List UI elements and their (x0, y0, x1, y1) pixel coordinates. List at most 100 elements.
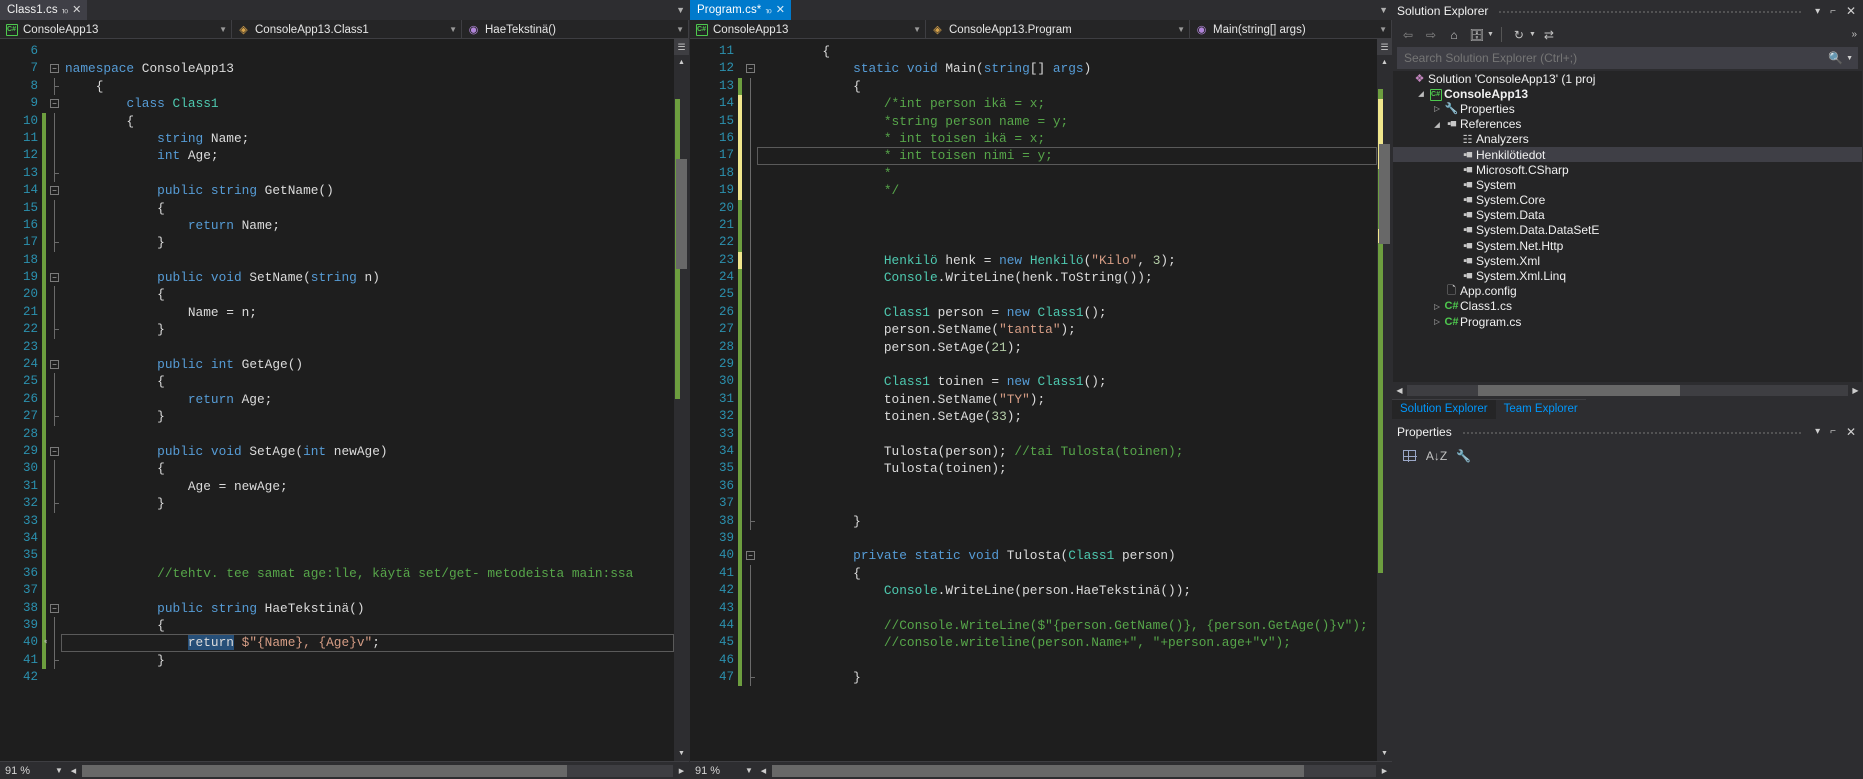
fold-slot[interactable]: − (743, 60, 757, 77)
search-solution-explorer[interactable]: 🔍 ▼ (1397, 47, 1858, 69)
code-line[interactable]: *string person name = y; (757, 113, 1377, 130)
pending-changes-icon[interactable]: 🗄 (1467, 25, 1487, 44)
navbar-member-dropdown-left[interactable]: ◉ HaeTekstinä() ▼ (462, 20, 689, 39)
code-line[interactable] (757, 286, 1377, 303)
code-line[interactable]: */ (757, 182, 1377, 199)
tree-item-properties[interactable]: ▷ 🔧 Properties (1393, 101, 1862, 116)
fold-collapse-icon[interactable]: − (50, 360, 59, 370)
home-icon[interactable]: ⌂ (1444, 25, 1464, 44)
fold-collapse-icon[interactable]: − (50, 99, 59, 109)
code-line[interactable] (757, 495, 1377, 512)
fold-margin-left[interactable]: − − − − − − − (47, 39, 61, 761)
scroll-up-arrow-right[interactable]: ▲ (1377, 55, 1392, 70)
solution-tree-hscrollbar[interactable]: ◀ ▶ (1392, 381, 1863, 399)
horizontal-scrollbar-right[interactable]: 91 % ▼ ◀ ▶ (690, 761, 1392, 779)
code-line[interactable] (757, 217, 1377, 234)
scroll-up-arrow-left[interactable]: ▲ (674, 55, 689, 70)
code-line[interactable]: public void SetName(string n) (61, 269, 674, 286)
code-body-left[interactable]: 6 7 8 9 10 11 12 13 14 15 16 17 18 19 20 21 22 23 24 25 26 27… (0, 39, 689, 761)
fold-slot[interactable]: − (47, 95, 61, 112)
code-line[interactable]: } (61, 408, 674, 425)
expander-collapsed-icon[interactable]: ▷ (1431, 317, 1443, 326)
code-line[interactable]: public string HaeTekstinä() (61, 600, 674, 617)
refresh-icon[interactable]: ↻ (1509, 25, 1529, 44)
horizontal-scrollbar-left[interactable]: 91 % ▼ ◀ ▶ (0, 761, 689, 779)
split-view-handle-right[interactable]: ☰ (1377, 39, 1392, 55)
code-line[interactable]: string Name; (61, 130, 674, 147)
tree-item-references[interactable]: ◢ ▪■ References (1393, 117, 1862, 132)
code-line[interactable]: { (61, 617, 674, 634)
code-line[interactable]: Console.WriteLine(person.HaeTekstinä()); (757, 582, 1377, 599)
close-icon[interactable]: ✕ (776, 4, 785, 16)
code-line[interactable] (61, 530, 674, 547)
tree-item-system-core[interactable]: ▪■ System.Core (1393, 193, 1862, 208)
properties-icon[interactable]: 🔧 (1453, 446, 1474, 466)
code-line[interactable]: { (61, 286, 674, 303)
code-line[interactable]: } (61, 321, 674, 338)
navbar-member-dropdown-right[interactable]: ◉ Main(string[] args) ▼ (1190, 20, 1392, 39)
hscroll-thumb[interactable] (1477, 384, 1681, 396)
pin-icon[interactable]: ⏨ (62, 5, 68, 15)
fold-slot[interactable]: − (743, 547, 757, 564)
search-icon[interactable]: 🔍 (1825, 51, 1846, 65)
alphabetical-sort-icon[interactable]: A↓Z (1426, 446, 1447, 466)
hscroll-right-arrow[interactable]: ▶ (1848, 386, 1863, 395)
scroll-thumb-left[interactable] (676, 159, 687, 269)
code-text-right[interactable]: { static void Main(string[] args) { /*in… (757, 39, 1377, 761)
code-line[interactable] (757, 478, 1377, 495)
code-line[interactable]: person.SetName("tantta"); (757, 321, 1377, 338)
close-icon[interactable]: ✕ (1844, 425, 1858, 439)
navbar-project-dropdown-right[interactable]: C# ConsoleApp13 ▼ (690, 20, 926, 39)
code-line[interactable]: } (757, 669, 1377, 686)
chevron-down-icon[interactable]: ▼ (1487, 31, 1494, 38)
expander-collapsed-icon[interactable]: ▷ (1431, 302, 1443, 311)
panel-menu-icon[interactable]: ▾ (1813, 6, 1822, 17)
close-icon[interactable]: ✕ (1844, 4, 1858, 18)
hscroll-thumb-left[interactable] (82, 764, 567, 777)
tree-item-henkil-tiedot[interactable]: ▪■ Henkilötiedot (1393, 146, 1862, 163)
code-line[interactable]: { (61, 78, 674, 95)
pin-icon[interactable]: ⌐ (1828, 426, 1838, 437)
code-line[interactable] (61, 339, 674, 356)
sync-icon[interactable]: ⇄ (1539, 25, 1559, 44)
fold-collapse-icon[interactable]: − (50, 64, 59, 74)
code-text-left[interactable]: namespace ConsoleApp13 { class Class1 { … (61, 39, 674, 761)
split-view-handle-left[interactable]: ☰ (674, 39, 689, 55)
fold-slot[interactable]: − (47, 269, 61, 286)
code-line[interactable] (61, 165, 674, 182)
tree-item-program-cs[interactable]: ▷ C# Program.cs (1393, 314, 1862, 329)
code-line[interactable]: Console.WriteLine(henk.ToString()); (757, 269, 1377, 286)
fold-collapse-icon[interactable]: − (746, 551, 755, 561)
code-line[interactable]: class Class1 (61, 95, 674, 112)
panel-menu-icon[interactable]: ▾ (1813, 426, 1822, 437)
categorized-icon[interactable] (1399, 446, 1420, 466)
code-line[interactable]: person.SetAge(21); (757, 339, 1377, 356)
pin-icon[interactable]: ⌐ (1828, 6, 1838, 17)
code-line[interactable]: { (757, 565, 1377, 582)
tab-team-explorer[interactable]: Team Explorer (1495, 398, 1586, 419)
code-line[interactable] (757, 530, 1377, 547)
zoom-level-right[interactable]: 91 % (690, 765, 742, 777)
code-body-right[interactable]: 11 12 13 14 15 16 17 18 19 20 21 22 23 24 25 26 27 28 29 30… (690, 39, 1392, 761)
fold-slot[interactable]: − (47, 600, 61, 617)
hscroll-track-right[interactable] (772, 764, 1376, 777)
tree-item-system[interactable]: ▪■ System (1393, 177, 1862, 192)
code-line[interactable]: //Console.WriteLine($"{person.GetName()}… (757, 617, 1377, 634)
code-line[interactable]: int Age; (61, 147, 674, 164)
hscroll-right-arrow-right[interactable]: ▶ (1377, 767, 1392, 775)
navbar-type-dropdown-right[interactable]: ◈ ConsoleApp13.Program ▼ (926, 20, 1190, 39)
hscroll-track-left[interactable] (82, 764, 673, 777)
tree-item-solution-consoleapp13-1-proj[interactable]: ❖ Solution 'ConsoleApp13' (1 proj (1393, 71, 1862, 86)
zoom-level-left[interactable]: 91 % (0, 765, 52, 777)
code-line[interactable]: Class1 toinen = new Class1(); (757, 373, 1377, 390)
code-line[interactable] (757, 234, 1377, 251)
tree-item-system-xml[interactable]: ▪■ System.Xml (1393, 253, 1862, 268)
code-line[interactable]: namespace ConsoleApp13 (61, 60, 674, 77)
forward-icon[interactable]: ⇨ (1421, 25, 1441, 44)
drag-handle[interactable] (1498, 8, 1804, 14)
code-line[interactable]: Name = n; (61, 304, 674, 321)
code-line[interactable] (61, 547, 674, 564)
zoom-dropdown-icon-right[interactable]: ▼ (742, 766, 756, 775)
solution-tree[interactable]: ❖ Solution 'ConsoleApp13' (1 proj ◢ C# Conso… (1393, 71, 1862, 382)
code-line[interactable]: Tulosta(person); //tai Tulosta(toinen); (757, 443, 1377, 460)
